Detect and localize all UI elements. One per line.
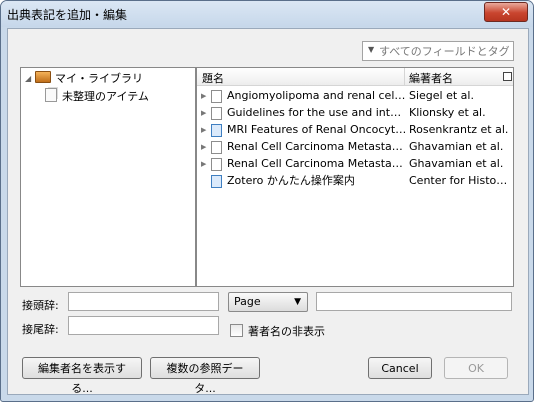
item-title: Guidelines for the use and inter… [227,106,407,119]
tree-item-label: 未整理のアイテム [62,90,149,103]
table-row[interactable]: ▶ Guidelines for the use and inter… Klio… [197,105,513,121]
show-editor-button[interactable]: 編集者名を表示する... [22,357,142,395]
table-row[interactable]: ▶ Renal Cell Carcinoma Metastati… Ghavam… [197,156,513,172]
items-list: 題名 編著者名 ▶ Angiomyolipoma and renal cell … [196,67,514,287]
locator-field[interactable] [316,292,512,311]
webpage-icon [211,175,222,188]
document-icon [211,141,222,154]
expand-arrow-icon[interactable]: ▶ [201,105,206,121]
document-icon [211,107,222,120]
expand-arrow-icon[interactable]: ◢ [25,71,35,87]
search-dropdown-icon[interactable]: ▼ [368,45,374,54]
chevron-down-icon: ▼ [294,297,301,307]
column-header-creator[interactable]: 編著者名 [409,70,453,86]
item-creator: Siegel et al. [409,89,474,102]
prefix-label: 接頭辞: [22,299,59,312]
citation-dialog: 出典表記を追加・編集 ✕ ▼ ◢ マイ・ライブラリ 未整理のアイテム 題名 編著者… [0,0,534,402]
close-button[interactable]: ✕ [484,2,528,22]
item-title: Angiomyolipoma and renal cell … [227,89,407,102]
table-row[interactable]: ▶ Angiomyolipoma and renal cell … Siegel… [197,88,513,104]
table-row[interactable]: ▶ MRI Features of Renal Oncocyt… Rosenkr… [197,122,513,138]
collection-tree: ◢ マイ・ライブラリ 未整理のアイテム [20,67,196,287]
webpage-icon [211,124,222,137]
suppress-author-checkbox[interactable] [230,324,243,337]
expand-arrow-icon[interactable]: ▶ [201,139,206,155]
ok-button[interactable]: OK [444,357,508,379]
multiple-sources-button[interactable]: 複数の参照データ... [150,357,260,395]
suffix-field[interactable] [68,316,219,335]
locator-type-select[interactable]: Page ▼ [228,292,308,312]
document-icon [211,158,222,171]
item-title: Renal Cell Carcinoma Metastati… [227,140,407,153]
library-icon [35,71,51,83]
item-title: Renal Cell Carcinoma Metastati… [227,157,407,170]
items-header: 題名 編著者名 [197,68,513,86]
prefix-field[interactable] [68,292,219,311]
item-creator: Center for History… [409,174,509,187]
item-creator: Klionsky et al. [409,106,486,119]
tree-item-my-library[interactable]: ◢ マイ・ライブラリ [25,71,143,87]
expand-arrow-icon[interactable]: ▶ [201,156,206,172]
locator-type-value: Page [234,295,261,308]
suffix-label: 接尾辞: [22,323,59,336]
column-picker-icon[interactable] [503,72,512,81]
suppress-author-label[interactable]: 著者名の非表示 [248,323,325,339]
table-row[interactable]: ▶ Renal Cell Carcinoma Metastati… Ghavam… [197,139,513,155]
tree-item-unfiled[interactable]: 未整理のアイテム [45,88,149,104]
item-creator: Ghavamian et al. [409,157,504,170]
item-creator: Ghavamian et al. [409,140,504,153]
document-icon [211,90,222,103]
cancel-button[interactable]: Cancel [368,357,432,379]
dialog-body: ▼ ◢ マイ・ライブラリ 未整理のアイテム 題名 編著者名 ▶ Angiomyol… [7,28,529,395]
title-bar: 出典表記を追加・編集 ✕ [1,1,533,27]
tree-item-label: マイ・ライブラリ [55,72,143,85]
item-title: MRI Features of Renal Oncocyt… [227,123,407,136]
column-divider[interactable] [404,68,405,85]
column-header-title[interactable]: 題名 [202,70,224,86]
window-title: 出典表記を追加・編集 [7,8,128,22]
table-row[interactable]: Zotero かんたん操作案内 Center for History… [197,173,513,189]
expand-arrow-icon[interactable]: ▶ [201,122,206,138]
item-title: Zotero かんたん操作案内 [227,174,355,187]
search-box[interactable]: ▼ [362,41,514,61]
unfiled-items-icon [45,88,57,102]
item-creator: Rosenkrantz et al. [409,123,509,136]
expand-arrow-icon[interactable]: ▶ [201,88,206,104]
search-input[interactable] [379,43,509,59]
